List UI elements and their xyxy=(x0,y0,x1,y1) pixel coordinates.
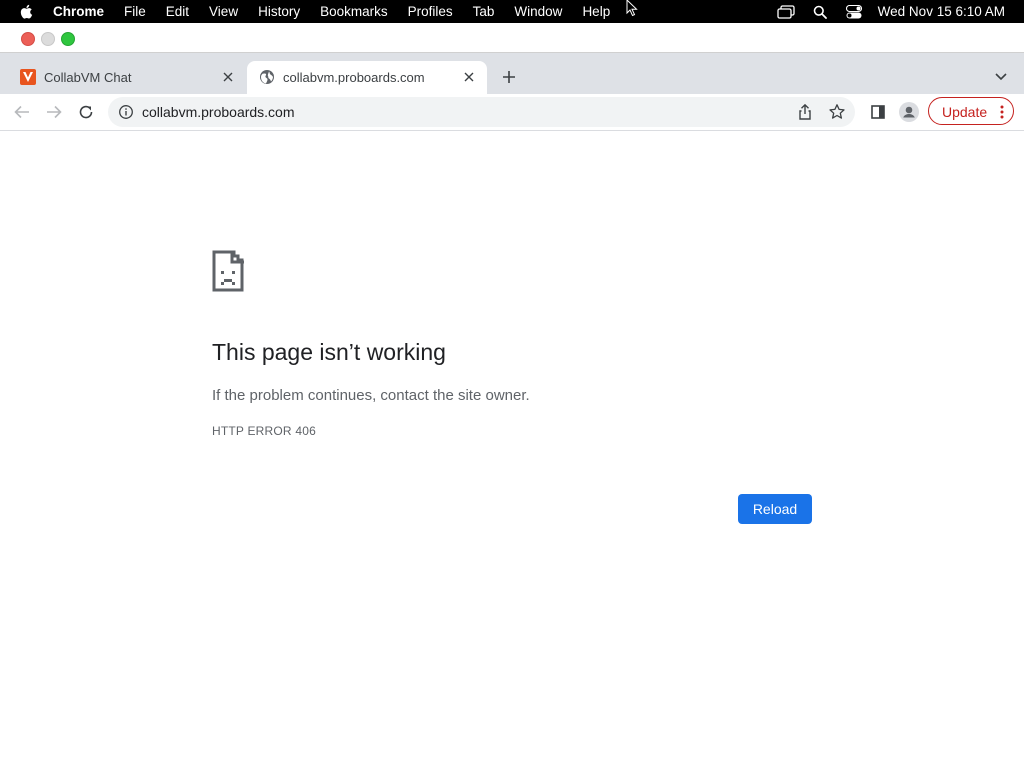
menu-view[interactable]: View xyxy=(209,4,238,19)
reload-button[interactable]: Reload xyxy=(738,494,812,524)
refresh-icon xyxy=(79,105,93,119)
close-tab-icon[interactable] xyxy=(461,69,477,85)
share-icon[interactable] xyxy=(796,103,814,121)
avatar-icon xyxy=(899,102,919,122)
menu-clock[interactable]: Wed Nov 15 6:10 AM xyxy=(878,4,1005,19)
mouse-cursor-icon xyxy=(626,0,638,17)
tab-title: collabvm.proboards.com xyxy=(283,70,425,85)
back-button[interactable] xyxy=(12,102,32,122)
menu-window[interactable]: Window xyxy=(514,4,562,19)
tab-search-button[interactable] xyxy=(993,69,1009,85)
sad-page-icon xyxy=(212,250,244,292)
forward-button[interactable] xyxy=(44,102,64,122)
menu-app-name[interactable]: Chrome xyxy=(53,4,104,19)
error-message: If the problem continues, contact the si… xyxy=(212,387,530,404)
update-label: Update xyxy=(942,104,988,120)
side-panel-icon xyxy=(871,105,885,119)
spotlight-search-icon[interactable] xyxy=(810,4,830,20)
reload-toolbar-button[interactable] xyxy=(76,102,96,122)
minimize-window-button[interactable] xyxy=(41,32,55,46)
menu-help[interactable]: Help xyxy=(582,4,610,19)
tab-strip: CollabVM Chat collabvm.proboards.com xyxy=(0,53,1024,94)
arrow-right-icon xyxy=(47,105,62,119)
profile-button[interactable] xyxy=(899,102,919,122)
menu-profiles[interactable]: Profiles xyxy=(408,4,453,19)
screen-mirroring-icon[interactable] xyxy=(776,4,796,20)
chevron-down-icon xyxy=(995,73,1007,81)
menu-edit[interactable]: Edit xyxy=(166,4,189,19)
tab-title: CollabVM Chat xyxy=(44,70,132,85)
side-panel-button[interactable] xyxy=(868,102,888,122)
menu-file[interactable]: File xyxy=(124,4,146,19)
site-info-icon[interactable] xyxy=(118,104,134,120)
tab-collabvm-chat[interactable]: CollabVM Chat xyxy=(8,61,246,94)
update-chrome-button[interactable]: Update xyxy=(928,97,1014,125)
window-title-strip xyxy=(0,23,1024,53)
menu-tab[interactable]: Tab xyxy=(473,4,495,19)
new-tab-button[interactable] xyxy=(499,67,519,87)
more-menu-icon[interactable] xyxy=(1000,105,1004,119)
fullscreen-window-button[interactable] xyxy=(61,32,75,46)
bookmark-star-icon[interactable] xyxy=(828,103,846,121)
address-bar[interactable]: collabvm.proboards.com xyxy=(108,97,855,127)
globe-icon xyxy=(260,70,274,84)
control-center-icon[interactable] xyxy=(844,4,864,20)
error-title: This page isn’t working xyxy=(212,339,446,365)
apple-icon[interactable] xyxy=(19,3,35,20)
arrow-left-icon xyxy=(14,105,29,119)
macos-menu-bar: Chrome File Edit View History Bookmarks … xyxy=(0,0,1024,23)
error-code: HTTP ERROR 406 xyxy=(212,424,316,438)
menu-bookmarks[interactable]: Bookmarks xyxy=(320,4,388,19)
browser-toolbar: collabvm.proboards.com Update xyxy=(0,94,1024,131)
close-tab-icon[interactable] xyxy=(220,69,236,85)
url-text[interactable]: collabvm.proboards.com xyxy=(142,104,295,120)
menu-history[interactable]: History xyxy=(258,4,300,19)
collabvm-favicon xyxy=(20,69,36,85)
tab-collabvm-proboards[interactable]: collabvm.proboards.com xyxy=(247,61,487,94)
plus-icon xyxy=(503,71,515,83)
close-window-button[interactable] xyxy=(21,32,35,46)
